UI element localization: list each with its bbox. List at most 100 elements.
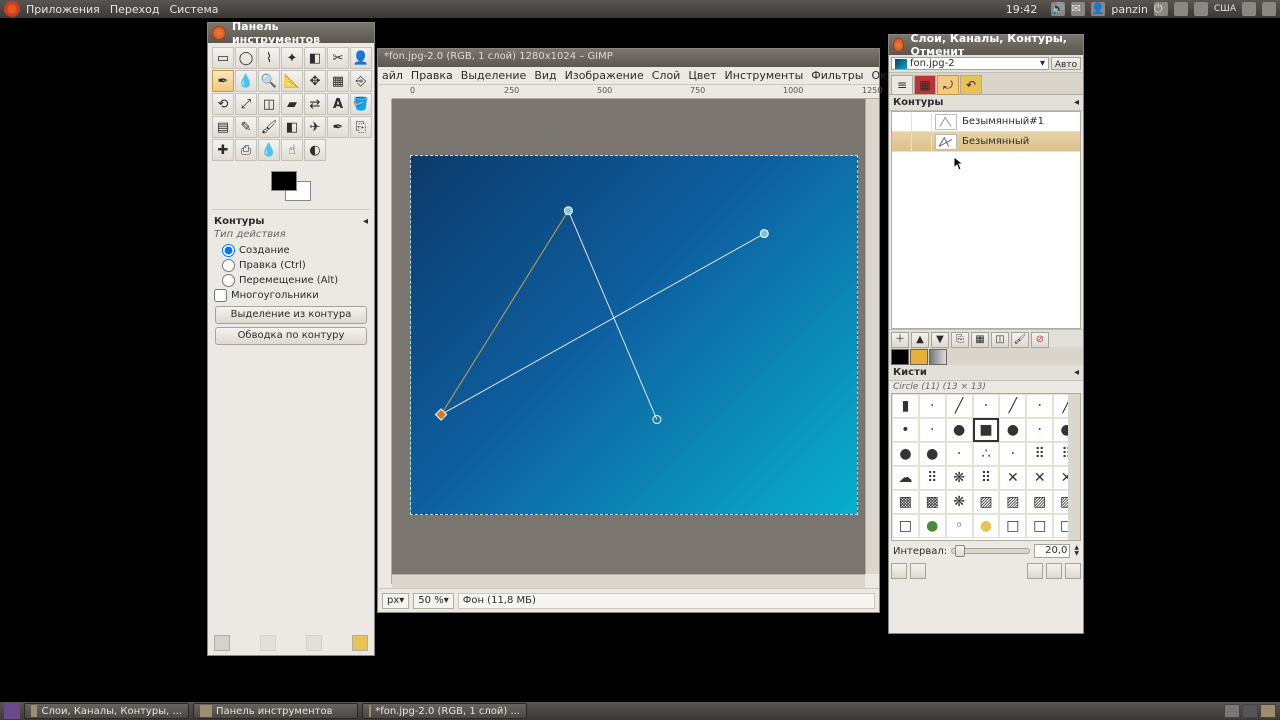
tool-fuzzy-select[interactable]: ✦ — [281, 47, 303, 69]
path-dup-button[interactable]: ⎘ — [951, 332, 969, 348]
brush[interactable]: ✕ — [1026, 466, 1053, 490]
tool-bucket[interactable]: 🪣 — [350, 93, 372, 115]
tool-perspective-clone[interactable]: ⎙ — [235, 139, 257, 161]
path-stroke-button[interactable]: 🖌 — [1011, 332, 1029, 348]
user-icon[interactable]: 👤 — [1091, 2, 1105, 16]
radio-move[interactable]: Перемещение (Alt) — [214, 273, 368, 288]
scrollbar-vertical[interactable] — [865, 99, 879, 574]
tool-by-color[interactable]: ◧ — [304, 47, 326, 69]
brush[interactable]: ▨ — [973, 490, 1000, 514]
foot-icon[interactable] — [214, 635, 230, 651]
workspace-switcher[interactable] — [1242, 704, 1258, 718]
tab-undo[interactable]: ↶ — [960, 75, 982, 95]
tool-heal[interactable]: ✚ — [212, 139, 234, 161]
check-polygonal[interactable]: Многоугольники — [214, 288, 368, 303]
fg-color-swatch[interactable] — [271, 171, 297, 191]
brush[interactable]: · — [946, 442, 973, 466]
sel-to-path-button[interactable]: ◫ — [991, 332, 1009, 348]
ubuntu-logo-icon[interactable] — [4, 1, 20, 17]
close-icon[interactable] — [893, 38, 904, 52]
visibility-toggle[interactable] — [892, 113, 912, 131]
brush[interactable]: □ — [1026, 514, 1053, 538]
taskbar-item[interactable]: Слои, Каналы, Контуры, ... — [24, 703, 189, 719]
zoom-selector[interactable]: 50 % ▾ — [413, 593, 453, 609]
menu-system[interactable]: Система — [169, 3, 218, 16]
tool-ink[interactable]: ✒ — [327, 116, 349, 138]
foot-icon[interactable] — [352, 635, 368, 651]
path-lower-button[interactable]: ▼ — [931, 332, 949, 348]
fg-bg-colors[interactable] — [208, 165, 374, 207]
canvas[interactable] — [410, 155, 858, 515]
brush[interactable]: ⠿ — [973, 466, 1000, 490]
brush[interactable]: · — [973, 394, 1000, 418]
brush-dup-button[interactable] — [1027, 563, 1043, 579]
brush[interactable]: · — [1026, 394, 1053, 418]
brush[interactable]: □ — [892, 514, 919, 538]
brush[interactable]: ● — [892, 442, 919, 466]
tool-color-picker[interactable]: 💧 — [235, 70, 257, 92]
tool-free-select[interactable]: ⌇ — [258, 47, 280, 69]
path-to-sel-button[interactable]: ▦ — [971, 332, 989, 348]
tool-text[interactable]: A — [327, 93, 349, 115]
brush[interactable]: ❋ — [946, 466, 973, 490]
brush[interactable]: ● — [973, 514, 1000, 538]
brush[interactable]: ▩ — [892, 490, 919, 514]
trash-icon[interactable] — [1260, 704, 1276, 718]
brush-del-button[interactable] — [1046, 563, 1062, 579]
radio-design[interactable]: Создание — [214, 243, 368, 258]
radio-edit[interactable]: Правка (Ctrl) — [214, 258, 368, 273]
tray-icon[interactable] — [1262, 2, 1276, 16]
brush[interactable]: ☁ — [892, 466, 919, 490]
path-name[interactable]: Безымянный — [960, 136, 1029, 147]
brush[interactable]: ▮ — [892, 394, 919, 418]
clock[interactable]: 19:42 — [1006, 3, 1038, 16]
btn-selection-from-path[interactable]: Выделение из контура — [215, 306, 367, 324]
brush[interactable]: ✕ — [999, 466, 1026, 490]
brush[interactable]: ❋ — [946, 490, 973, 514]
path-raise-button[interactable]: ▲ — [911, 332, 929, 348]
menu-file[interactable]: айл — [382, 69, 403, 82]
tool-flip[interactable]: ⇄ — [304, 93, 326, 115]
tool-pencil[interactable]: ✎ — [235, 116, 257, 138]
visibility-toggle[interactable] — [892, 133, 912, 151]
spacing-down[interactable]: ▼ — [1074, 551, 1079, 557]
foot-icon[interactable] — [306, 635, 322, 651]
tool-rotate[interactable]: ⟲ — [212, 93, 234, 115]
taskbar-item[interactable]: Панель инструментов — [193, 703, 358, 719]
tab-channels[interactable]: ▦ — [914, 75, 936, 95]
tool-ellipse-select[interactable]: ◯ — [235, 47, 257, 69]
path-name[interactable]: Безымянный#1 — [960, 116, 1044, 127]
btn-stroke-path[interactable]: Обводка по контуру — [215, 327, 367, 345]
volume-icon[interactable]: 🔊 — [1051, 2, 1065, 16]
tool-airbrush[interactable]: ✈ — [304, 116, 326, 138]
show-desktop-icon[interactable] — [4, 703, 20, 719]
brush[interactable]: ⠿ — [919, 466, 946, 490]
mail-icon[interactable]: ✉ — [1071, 2, 1085, 16]
brush[interactable]: ▨ — [1026, 490, 1053, 514]
spacing-value[interactable]: 20,0 — [1034, 544, 1070, 558]
menu-select[interactable]: Выделение — [461, 69, 527, 82]
menu-applications[interactable]: Приложения — [26, 3, 100, 16]
tool-paintbrush[interactable]: 🖌 — [258, 116, 280, 138]
tab-layers[interactable]: ≡ — [891, 75, 913, 95]
brush[interactable]: ◦ — [946, 514, 973, 538]
panel-menu-icon[interactable]: ◂ — [1074, 367, 1079, 378]
tool-perspective[interactable]: ▰ — [281, 93, 303, 115]
power-icon[interactable]: ⏻ — [1154, 2, 1168, 16]
menu-tools[interactable]: Инструменты — [725, 69, 804, 82]
user-name[interactable]: panzin — [1111, 3, 1148, 16]
path-row[interactable]: Безымянный#1 — [892, 112, 1080, 132]
brush[interactable]: ╱ — [999, 394, 1026, 418]
menu-places[interactable]: Переход — [110, 3, 160, 16]
tool-scale[interactable]: ⤢ — [235, 93, 257, 115]
brush-new-button[interactable] — [910, 563, 926, 579]
path-new-button[interactable]: ＋ — [891, 332, 909, 348]
tool-clone[interactable]: ⎘ — [350, 116, 372, 138]
tool-options-menu-icon[interactable]: ◂ — [363, 216, 368, 227]
menu-colors[interactable]: Цвет — [688, 69, 716, 82]
brush[interactable]: ⠿ — [1026, 442, 1053, 466]
brush[interactable]: • — [892, 418, 919, 442]
brush[interactable]: ■ — [973, 418, 1000, 442]
unit-selector[interactable]: px ▾ — [382, 593, 409, 609]
tool-rect-select[interactable]: ▭ — [212, 47, 234, 69]
